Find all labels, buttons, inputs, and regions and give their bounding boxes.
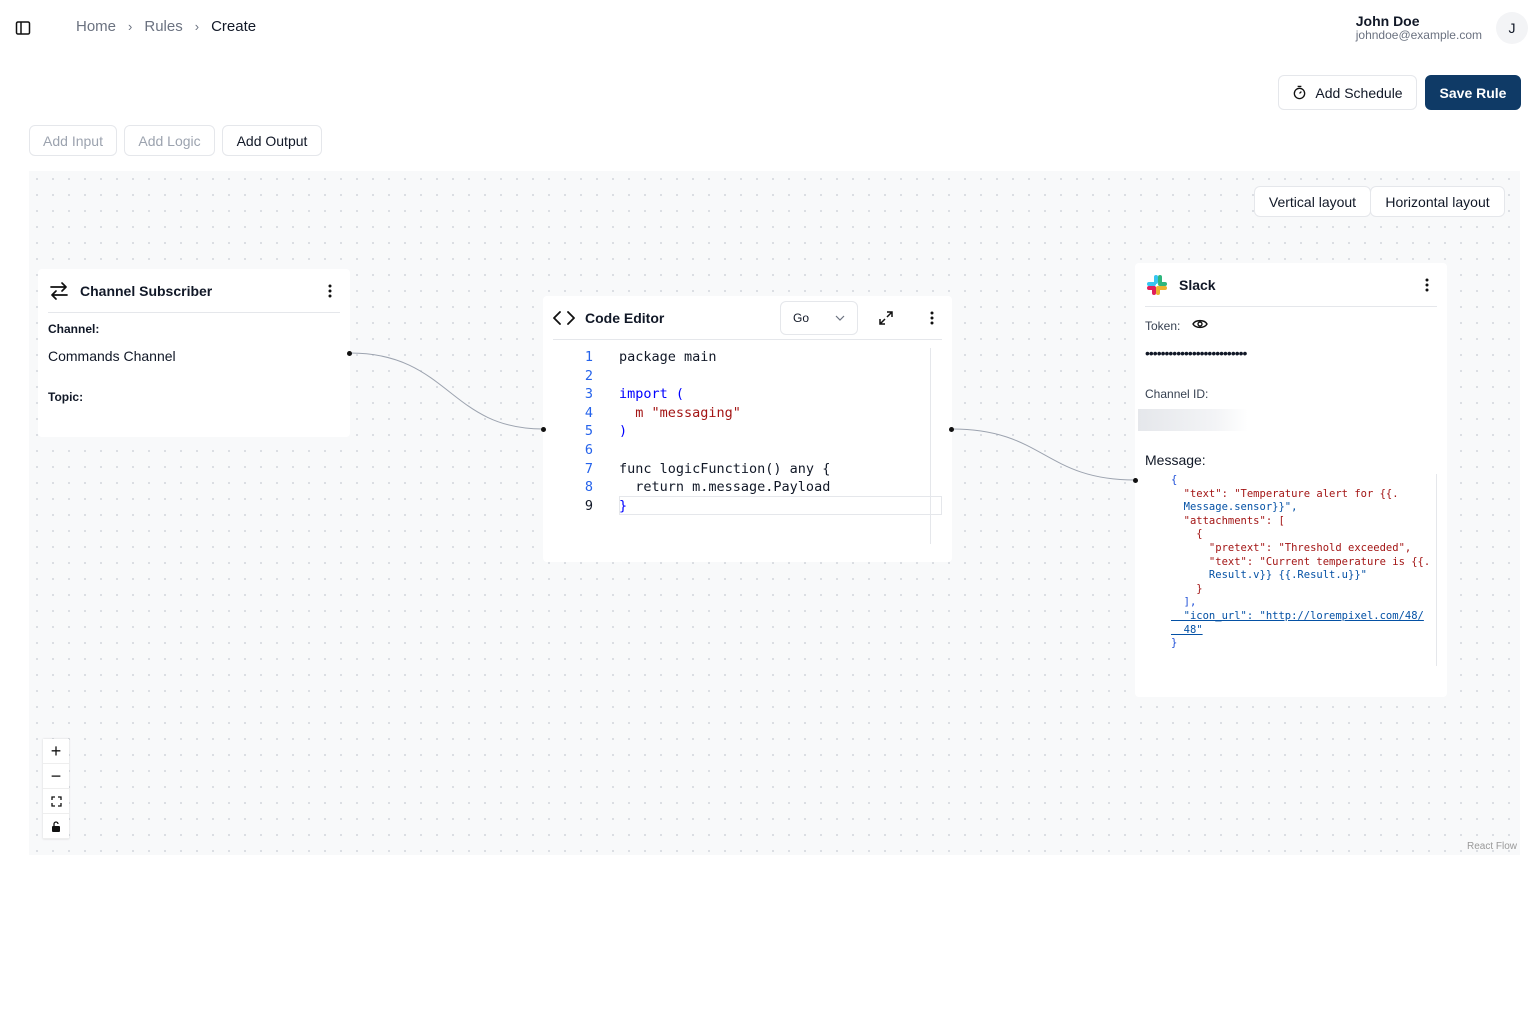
input-handle[interactable] <box>541 427 546 432</box>
token-field[interactable]: •••••••••••••••••••••••••• <box>1145 345 1447 361</box>
current-line-highlight <box>619 496 942 515</box>
slack-node[interactable]: Slack Token: •••••••••••••••••••••••••• … <box>1133 263 1447 697</box>
node-title: Slack <box>1179 276 1216 293</box>
code-line: 2 <box>584 367 593 384</box>
code-line-text: import ( <box>619 386 685 403</box>
channel-value[interactable]: Commands Channel <box>48 348 350 364</box>
zoom-controls: + − <box>43 739 69 839</box>
json-line: Message.sensor}}", <box>1171 501 1298 514</box>
output-handle[interactable] <box>347 351 352 356</box>
timer-icon <box>1294 85 1306 100</box>
chevron-right-icon: › <box>128 19 133 34</box>
code-icon <box>553 310 575 325</box>
output-handle[interactable] <box>949 427 954 432</box>
channel-id-label: Channel ID: <box>1145 387 1209 401</box>
sidebar-toggle-icon[interactable] <box>14 19 32 37</box>
json-line: "text": "Temperature alert for {{. <box>1171 487 1399 500</box>
user-info[interactable]: John Doe johndoe@example.com <box>1356 13 1482 42</box>
active-line-number: 9 <box>584 497 593 514</box>
user-email: johndoe@example.com <box>1355 28 1482 42</box>
zoom-in-icon[interactable]: + <box>43 739 69 764</box>
code-line: 8 return m.message.Payload <box>584 479 831 496</box>
add-schedule-label: Add Schedule <box>1315 84 1403 101</box>
message-label: Message: <box>1145 452 1206 468</box>
edge-subscriber-to-code <box>349 352 544 430</box>
json-line[interactable]: 48" <box>1171 624 1436 638</box>
json-line: } <box>1171 637 1178 650</box>
channel-label: Channel: <box>48 322 100 336</box>
topic-label: Topic: <box>48 390 84 404</box>
breadcrumb: Home › Rules › Create <box>76 18 256 35</box>
code-line: 6 <box>584 441 593 458</box>
json-line: } <box>1171 582 1203 595</box>
token-label: Token: <box>1145 319 1181 333</box>
code-line: 4 m "messaging" <box>584 404 741 421</box>
json-line: { <box>1171 528 1203 541</box>
eye-icon[interactable] <box>1192 317 1209 335</box>
code-line-text: m "messaging" <box>619 404 741 421</box>
breadcrumb-home[interactable]: Home <box>76 18 116 35</box>
add-output-button[interactable]: Add Output <box>222 125 322 156</box>
kebab-menu-icon[interactable] <box>922 308 942 328</box>
breadcrumb-rules[interactable]: Rules <box>144 18 182 35</box>
json-line: "attachments": [ <box>1171 514 1285 527</box>
top-bar: Home › Rules › Create John Doe johndoe@e… <box>0 0 1540 56</box>
channel-subscriber-node[interactable]: Channel Subscriber Channel: Commands Cha… <box>38 269 352 437</box>
horizontal-layout-button[interactable]: Horizontal layout <box>1370 186 1505 217</box>
code-line: 3 import ( <box>584 386 685 403</box>
add-input-button[interactable]: Add Input <box>29 125 117 156</box>
code-line-text: ) <box>619 423 628 440</box>
kebab-menu-icon[interactable] <box>320 281 340 301</box>
vertical-layout-button[interactable]: Vertical layout <box>1254 186 1371 217</box>
add-schedule-button[interactable]: Add Schedule <box>1278 75 1417 110</box>
language-select[interactable]: Go <box>780 300 858 335</box>
json-line: { <box>1171 474 1178 486</box>
node-title: Code Editor <box>585 309 665 326</box>
zoom-out-icon[interactable]: − <box>43 764 69 789</box>
message-editor[interactable]: { "text": "Temperature alert for {{. Mes… <box>1171 474 1437 666</box>
code-editor-node[interactable]: Code Editor Go 1 package main 2 3 import (… <box>541 296 954 562</box>
node-title: Channel Subscriber <box>80 282 213 299</box>
edge-code-to-slack <box>951 428 1136 481</box>
node-header: Channel Subscriber <box>48 269 340 313</box>
json-line: "pretext": "Threshold exceeded", <box>1171 541 1412 554</box>
flow-canvas[interactable]: Vertical layout Horizontal layout Channe… <box>29 171 1520 855</box>
code-line-text: package main <box>619 349 717 365</box>
chevron-down-icon <box>835 315 845 321</box>
node-header: Code Editor Go <box>553 296 942 340</box>
input-handle[interactable] <box>1133 478 1138 483</box>
json-line[interactable]: "icon_url": "http://lorempixel.com/48/ <box>1171 610 1436 624</box>
code-line: 1 package main <box>584 349 717 365</box>
editor-scrollbar[interactable] <box>930 348 942 544</box>
arrows-exchange-icon <box>50 281 68 300</box>
add-logic-button[interactable]: Add Logic <box>124 125 215 156</box>
node-header: Slack <box>1145 263 1437 307</box>
code-editor[interactable]: 1 package main 2 3 import ( 4 m "messaging… <box>553 348 942 544</box>
avatar[interactable]: J <box>1496 12 1528 44</box>
token-row: Token: <box>1135 317 1447 335</box>
lock-icon[interactable] <box>43 814 69 839</box>
code-line: 7 func logicFunction() any { <box>584 460 831 477</box>
channel-id-field[interactable] <box>1138 409 1248 431</box>
json-line: ], <box>1171 596 1197 609</box>
slack-icon <box>1147 274 1167 295</box>
breadcrumb-create: Create <box>211 18 257 35</box>
code-line-text: func logicFunction() any { <box>619 460 831 477</box>
chevron-right-icon: › <box>194 19 200 34</box>
kebab-menu-icon[interactable] <box>1417 275 1437 295</box>
language-value: Go <box>793 310 810 325</box>
save-rule-button[interactable]: Save Rule <box>1425 75 1521 110</box>
json-line: Result.v}} {{.Result.u}}" <box>1171 569 1367 582</box>
expand-icon[interactable] <box>876 308 896 328</box>
user-name: John Doe <box>1355 13 1420 29</box>
json-line: "text": "Current temperature is {{. <box>1171 555 1431 568</box>
fit-view-icon[interactable] <box>43 789 69 814</box>
code-line: 5) <box>584 423 628 440</box>
code-line-text: return m.message.Payload <box>619 479 831 496</box>
react-flow-attribution[interactable]: React Flow <box>1467 841 1517 852</box>
